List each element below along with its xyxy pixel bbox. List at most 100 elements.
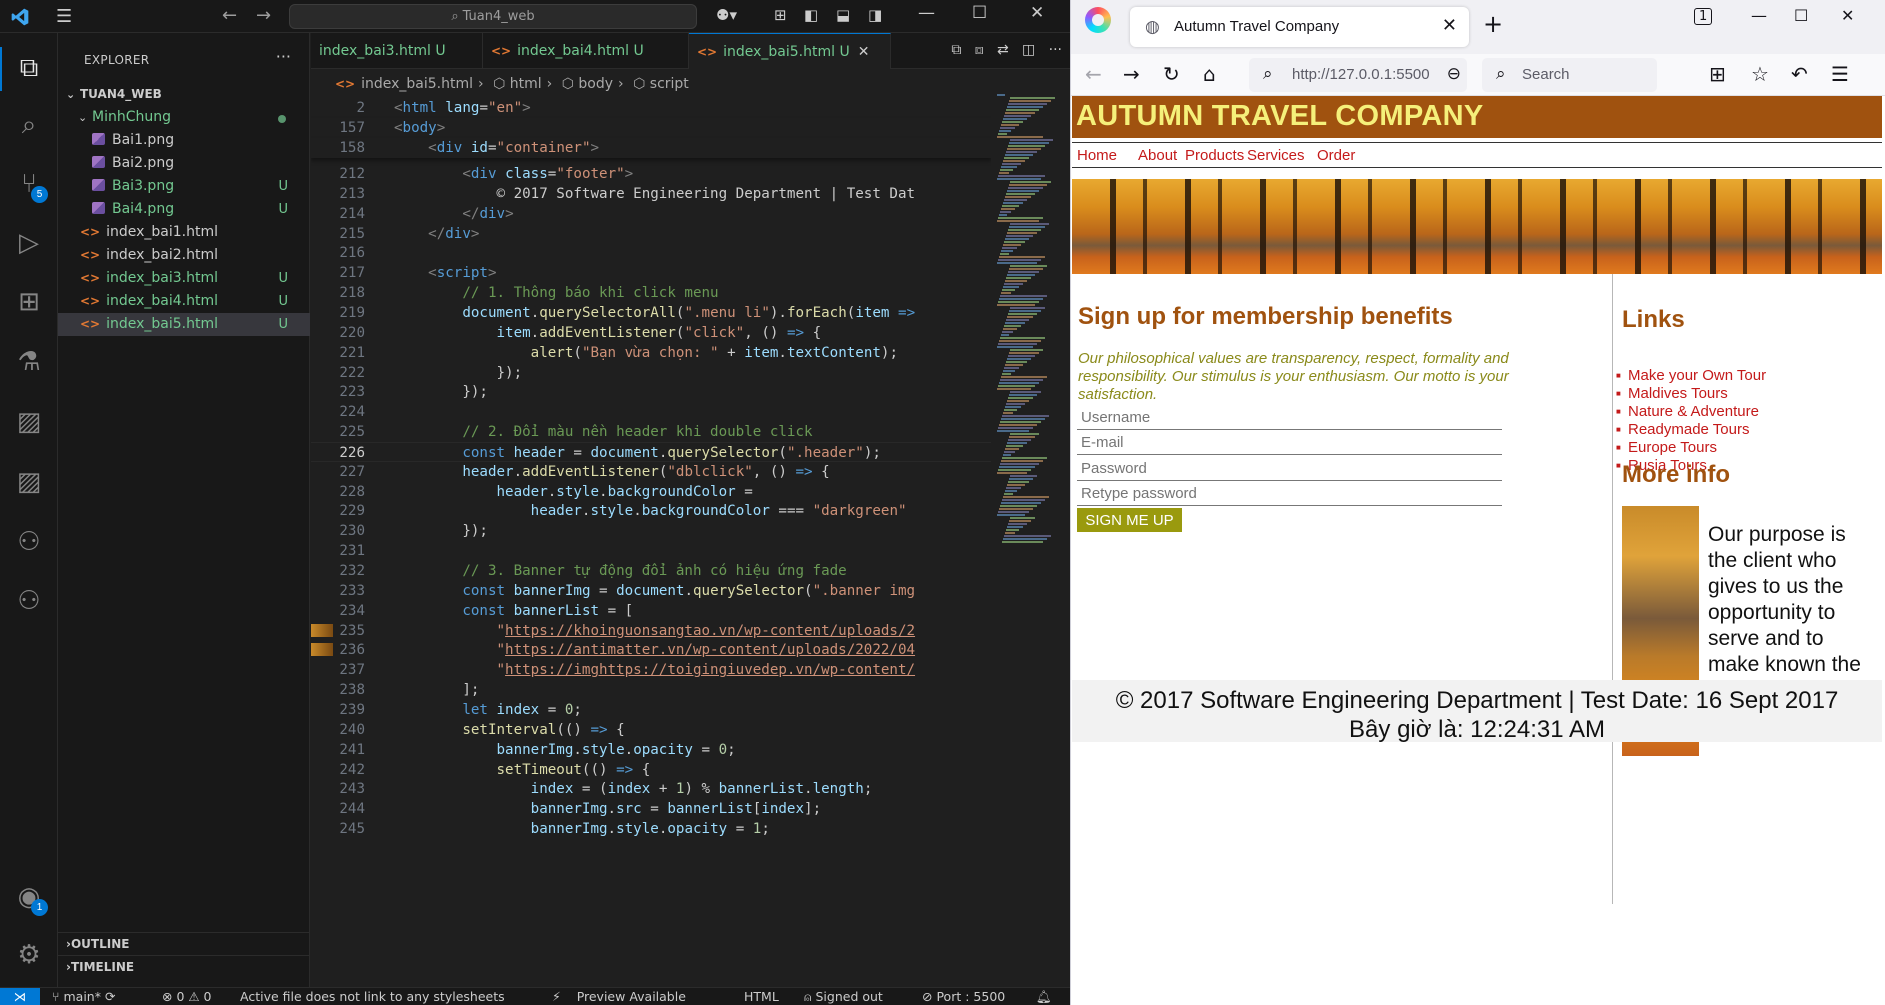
python-icon-2[interactable]: ⚇ <box>12 584 46 618</box>
extensions-icon[interactable]: ⊞ <box>1709 62 1726 86</box>
back-icon[interactable]: ← <box>1085 62 1102 86</box>
code-line[interactable]: 241 bannerImg.style.opacity = 0; <box>311 740 991 760</box>
search-icon[interactable]: ⌕ <box>12 108 46 142</box>
code-line[interactable]: 226 const header = document.querySelecto… <box>311 441 991 462</box>
code-line[interactable]: 157 <body> <box>311 118 991 138</box>
breadcrumb-item[interactable]: body <box>578 76 613 92</box>
copilot-icon[interactable]: ⚉▾ <box>716 6 737 24</box>
remote-icon[interactable]: ⋊ <box>0 988 40 1005</box>
preview-side-icon[interactable]: ⧈ <box>975 42 984 58</box>
link-readymade-tours[interactable]: Readymade Tours <box>1616 421 1766 439</box>
file-bai1-png[interactable]: Bai1.png <box>58 129 310 152</box>
reload-icon[interactable]: ↻ <box>1163 62 1180 86</box>
code-line[interactable]: 235 "https://khoinguonsangtao.vn/wp-cont… <box>311 621 991 641</box>
code-line[interactable]: 221 alert("Bạn vừa chọn: " + item.textCo… <box>311 343 991 363</box>
image-preview-icon-2[interactable]: ▨ <box>12 465 46 499</box>
problems-status[interactable]: ⊗ 0 ⚠ 0 <box>162 989 212 1004</box>
layout-icon[interactable]: ⊞ <box>774 6 787 24</box>
code-line[interactable]: 237 "https://imghttps://toigingiuvedep.v… <box>311 660 991 680</box>
app-menu-icon[interactable]: ☰ <box>1831 62 1849 86</box>
new-tab-icon[interactable]: + <box>1483 10 1503 38</box>
code-line[interactable]: 225 // 2. Đổi màu nền header khi double … <box>311 422 991 442</box>
run-debug-icon[interactable]: ▷ <box>12 226 46 260</box>
link-nature-adventure[interactable]: Nature & Adventure <box>1616 403 1766 421</box>
code-line[interactable]: 2 <html lang="en"> <box>311 98 991 118</box>
code-line[interactable]: 222 }); <box>311 363 991 383</box>
back-arrow-icon[interactable]: ← <box>222 5 237 26</box>
close-icon[interactable]: ✕ <box>1030 3 1044 23</box>
menu-products[interactable]: Products <box>1185 147 1244 164</box>
maximize-icon[interactable]: ☐ <box>1794 6 1808 25</box>
file-index-bai3[interactable]: <> index_bai3.html U <box>58 267 310 290</box>
menu-home[interactable]: Home <box>1077 147 1117 164</box>
bookmarks-icon[interactable]: ☆ <box>1751 62 1769 86</box>
outline-section[interactable]: ›OUTLINE <box>58 932 310 955</box>
link-maldives-tours[interactable]: Maldives Tours <box>1616 385 1766 403</box>
code-line[interactable]: 227 header.addEventListener("dblclick", … <box>311 462 991 482</box>
url-bar[interactable]: ⌕ http://127.0.0.1:5500 ⊖ <box>1249 58 1467 92</box>
file-bai4-png[interactable]: Bai4.png U <box>58 198 310 221</box>
code-line[interactable]: 243 index = (index + 1) % bannerList.len… <box>311 779 991 799</box>
live-server-status[interactable]: ⊘ Port : 5500 <box>922 989 1005 1004</box>
code-line[interactable]: 224 <box>311 402 991 422</box>
email-field[interactable] <box>1077 431 1502 455</box>
code-line[interactable]: 236 "https://antimatter.vn/wp-content/up… <box>311 640 991 660</box>
language-status[interactable]: HTML <box>744 989 779 1004</box>
code-line[interactable]: 228 header.style.backgroundColor = <box>311 482 991 502</box>
close-window-icon[interactable]: ✕ <box>1841 6 1854 25</box>
workspace-root[interactable]: ⌄ TUAN4_WEB <box>58 83 310 106</box>
timeline-section[interactable]: ›TIMELINE <box>58 955 310 978</box>
search-box[interactable]: ⌕ Search <box>1482 58 1657 92</box>
image-preview-icon[interactable]: ▨ <box>12 405 46 439</box>
code-line[interactable]: 215 </div> <box>311 224 991 244</box>
file-index-bai4[interactable]: <> index_bai4.html U <box>58 290 310 313</box>
code-line[interactable]: 219 document.querySelectorAll(".menu li"… <box>311 303 991 323</box>
code-line[interactable]: 239 let index = 0; <box>311 700 991 720</box>
file-bai2-png[interactable]: Bai2.png <box>58 152 310 175</box>
code-line[interactable]: 229 header.style.backgroundColor === "da… <box>311 501 991 521</box>
breadcrumb-item[interactable]: index_bai5.html <box>361 76 473 92</box>
code-line[interactable]: 240 setInterval(() => { <box>311 720 991 740</box>
menu-order[interactable]: Order <box>1317 147 1355 164</box>
tab-counter-icon[interactable]: 1 <box>1694 8 1713 25</box>
undo-icon[interactable]: ↶ <box>1791 62 1808 86</box>
folder-minhchung[interactable]: ⌄ MinhChung <box>58 106 310 129</box>
username-field[interactable] <box>1077 406 1502 430</box>
code-line[interactable]: 245 bannerImg.style.opacity = 1; <box>311 819 991 839</box>
browser-tab[interactable]: ◍ Autumn Travel Company ✕ <box>1130 7 1469 47</box>
toggle-panel-icon[interactable]: ⬓ <box>836 6 850 24</box>
forward-arrow-icon[interactable]: → <box>256 5 271 26</box>
menu-about[interactable]: About <box>1138 147 1177 164</box>
branch-status[interactable]: ⑂ main* ⟳ <box>52 989 115 1004</box>
tab-index-bai4[interactable]: <> index_bai4.html U <box>483 33 689 69</box>
compare-icon[interactable]: ⇄ <box>997 42 1009 58</box>
code-line[interactable]: 214 </div> <box>311 204 991 224</box>
file-index-bai2[interactable]: <> index_bai2.html <box>58 244 310 267</box>
notifications-icon[interactable]: 🔔︎ <box>1036 989 1052 1005</box>
file-index-bai5[interactable]: <> index_bai5.html U <box>58 313 310 336</box>
forward-icon[interactable]: → <box>1123 62 1140 86</box>
code-line[interactable]: 242 setTimeout(() => { <box>311 760 991 780</box>
code-line[interactable]: 218 // 1. Thông báo khi click menu <box>311 283 991 303</box>
extensions-icon[interactable]: ⊞ <box>12 285 46 319</box>
minimize-icon[interactable]: — <box>918 3 935 23</box>
code-line[interactable]: 233 const bannerImg = document.querySele… <box>311 581 991 601</box>
code-line[interactable]: 234 const bannerList = [ <box>311 601 991 621</box>
tab-index-bai3[interactable]: index_bai3.html U <box>311 33 483 69</box>
code-line[interactable]: 220 item.addEventListener("click", () =>… <box>311 323 991 343</box>
breadcrumb-item[interactable]: html <box>510 76 542 92</box>
home-icon[interactable]: ⌂ <box>1203 62 1216 86</box>
minimap[interactable] <box>991 90 1061 970</box>
code-line[interactable]: 238 ]; <box>311 680 991 700</box>
tab-index-bai5[interactable]: <> index_bai5.html U ✕ <box>689 33 891 69</box>
link-europe-tours[interactable]: Europe Tours <box>1616 439 1766 457</box>
code-line[interactable]: 223 }); <box>311 382 991 402</box>
code-editor[interactable]: 2 <html lang="en"> 157 <body> 158 <div id="c… <box>311 98 991 978</box>
link-make-your-own-tour[interactable]: Make your Own Tour <box>1616 367 1766 385</box>
python-icon[interactable]: ⚇ <box>12 525 46 559</box>
open-preview-icon[interactable]: ⧉ <box>951 42 961 58</box>
close-tab-icon[interactable]: ✕ <box>858 44 870 60</box>
more-actions-icon[interactable]: ··· <box>276 47 291 66</box>
maximize-icon[interactable]: ☐ <box>972 3 987 23</box>
file-bai3-png[interactable]: Bai3.png U <box>58 175 310 198</box>
